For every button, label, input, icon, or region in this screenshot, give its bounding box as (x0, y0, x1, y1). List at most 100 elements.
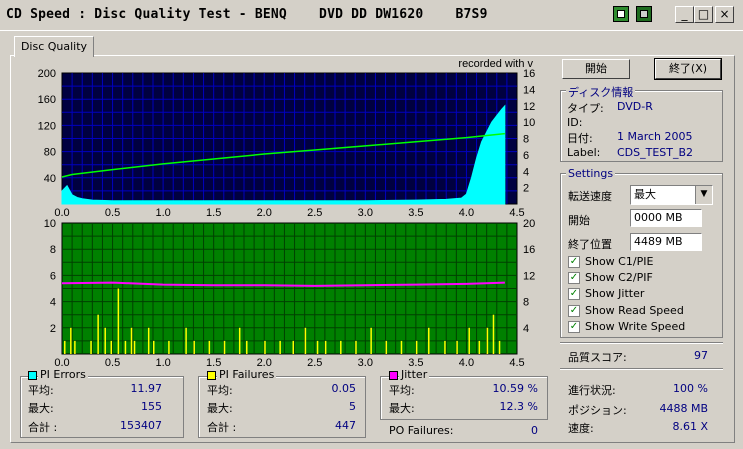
chevron-down-icon[interactable]: ▼ (695, 186, 712, 204)
pi-failure-bar (400, 340, 403, 354)
pi-failure-bar (292, 340, 295, 354)
pi-failure-bar (428, 327, 430, 354)
transfer-speed-label: 転送速度 (568, 190, 612, 203)
show-jitter-label[interactable]: Show Jitter (585, 287, 644, 300)
pi-failure-bar (385, 340, 388, 354)
show-write-speed-label[interactable]: Show Write Speed (585, 320, 685, 333)
start-position-field[interactable]: 0000 MB (630, 209, 702, 227)
title-bar: CD Speed : Disc Quality Test - BENQ DVD … (0, 0, 743, 31)
pi-failure-bar (498, 340, 501, 354)
jitter-swatch (389, 371, 398, 380)
po-failures-label: PO Failures: (389, 424, 454, 437)
x-tick-label: 3.5 (408, 357, 423, 368)
pi-errors-swatch (28, 371, 37, 380)
disc-date-label: 日付: (567, 132, 593, 145)
disc-id-label: ID: (567, 116, 583, 129)
minimize-button[interactable]: _ (675, 6, 694, 23)
show-write-speed-checkbox[interactable]: ✓ (568, 321, 580, 333)
pi-errors-avg: 11.97 (130, 382, 163, 395)
y-tick-label: 8 (50, 244, 56, 256)
y-tick-label: 6 (50, 270, 56, 282)
y-tick-label: 2 (50, 323, 56, 335)
show-c2-pif-label[interactable]: Show C2/PIF (585, 271, 653, 284)
pi-failure-bar (153, 340, 155, 354)
pi-failure-bar (74, 340, 76, 354)
show-c2-pif-checkbox[interactable]: ✓ (568, 272, 580, 284)
jitter-title: Jitter (399, 368, 430, 381)
show-read-speed-checkbox[interactable]: ✓ (568, 305, 580, 317)
show-c1-pie-checkbox[interactable]: ✓ (568, 256, 580, 268)
start-button[interactable]: 開始 (562, 59, 630, 79)
jitter-max-label: 最大: (389, 402, 415, 415)
pi-failure-bar (468, 327, 470, 354)
x-tick-label: 0.5 (105, 357, 120, 368)
close-button[interactable]: × (715, 6, 734, 23)
pi-failure-bar (304, 327, 307, 354)
x-tick-label: 2.5 (307, 357, 322, 368)
pi-errors-total-label: 合計 : (28, 421, 58, 434)
window-title: CD Speed : Disc Quality Test - BENQ DVD … (6, 7, 488, 22)
x-tick-label: 3.5 (408, 207, 423, 219)
jitter-avg-label: 平均: (389, 384, 415, 397)
pi-failure-bar (208, 340, 211, 354)
tab-disc-quality[interactable]: Disc Quality (14, 36, 94, 57)
y2-tick-label: 20 (523, 218, 535, 230)
y2-tick-label: 6 (523, 150, 529, 162)
y-tick-label: 160 (38, 94, 56, 106)
x-tick-label: 1.0 (155, 207, 170, 219)
pi-failure-bar (340, 340, 342, 354)
pi-failure-bar (147, 327, 150, 354)
speed-label: 速度: (568, 422, 594, 435)
quality-score-value: 97 (694, 349, 708, 362)
pi-failures-swatch (207, 371, 216, 380)
pi-failure-bar (492, 314, 495, 354)
y2-tick-label: 16 (523, 244, 535, 256)
disc-info-title: ディスク情報 (566, 84, 636, 100)
y2-tick-label: 8 (523, 297, 529, 309)
show-c1-pie-label[interactable]: Show C1/PIE (585, 255, 653, 268)
pi-failure-bar (316, 340, 319, 354)
x-tick-label: 4.5 (509, 357, 524, 368)
y2-tick-label: 4 (523, 323, 529, 335)
maximize-button[interactable]: □ (694, 6, 713, 23)
pi-failure-bar (444, 340, 446, 354)
pi-failures-total: 447 (335, 419, 356, 432)
transfer-speed-select[interactable]: 最大 ▼ (630, 185, 713, 205)
x-tick-label: 2.0 (257, 357, 272, 368)
pi-failure-bar (415, 340, 418, 354)
pi-failure-bar (70, 327, 72, 354)
pi-failure-bar (133, 340, 136, 354)
stop-button[interactable]: 終了(X) (654, 58, 722, 80)
jitter-max: 12.3 % (499, 400, 538, 413)
end-position-field[interactable]: 4489 MB (630, 233, 702, 251)
pi-failures-max: 5 (349, 400, 356, 413)
x-tick-label: 0.0 (54, 357, 69, 368)
pi-failure-bar (185, 327, 187, 354)
x-tick-label: 1.0 (155, 357, 170, 368)
chart-area: recorded with v0.0 0.5 1.0 1.5 2.0 2.5 3.0 3.5 4… (38, 58, 536, 368)
x-tick-label: 1.5 (206, 357, 221, 368)
show-read-speed-label[interactable]: Show Read Speed (585, 304, 684, 317)
save-icon[interactable] (636, 6, 652, 22)
pi-failure-bar (223, 340, 226, 354)
show-jitter-checkbox[interactable]: ✓ (568, 288, 580, 300)
pi-errors-total: 153407 (120, 419, 162, 432)
pi-failure-bar (104, 327, 106, 354)
copy-icon[interactable] (613, 6, 629, 22)
y2-tick-label: 16 (523, 68, 535, 80)
disc-date-value: 1 March 2005 (617, 130, 693, 143)
pi-failure-bar (264, 340, 266, 354)
pi-failures-title: PI Failures (217, 368, 277, 381)
x-tick-label: 3.0 (358, 207, 373, 219)
y-tick-label: 80 (44, 147, 56, 159)
pi-failures-avg-label: 平均: (207, 384, 233, 397)
divider (560, 368, 723, 370)
y-tick-label: 10 (44, 218, 56, 230)
pi-failure-bar (168, 340, 170, 354)
pi-failures-max-label: 最大: (207, 402, 233, 415)
y-tick-label: 4 (50, 297, 56, 309)
pi-failure-bar (246, 340, 248, 354)
x-tick-label: 2.5 (307, 207, 322, 219)
pi-failure-bar (124, 340, 127, 354)
pi-failure-bar (370, 327, 372, 354)
